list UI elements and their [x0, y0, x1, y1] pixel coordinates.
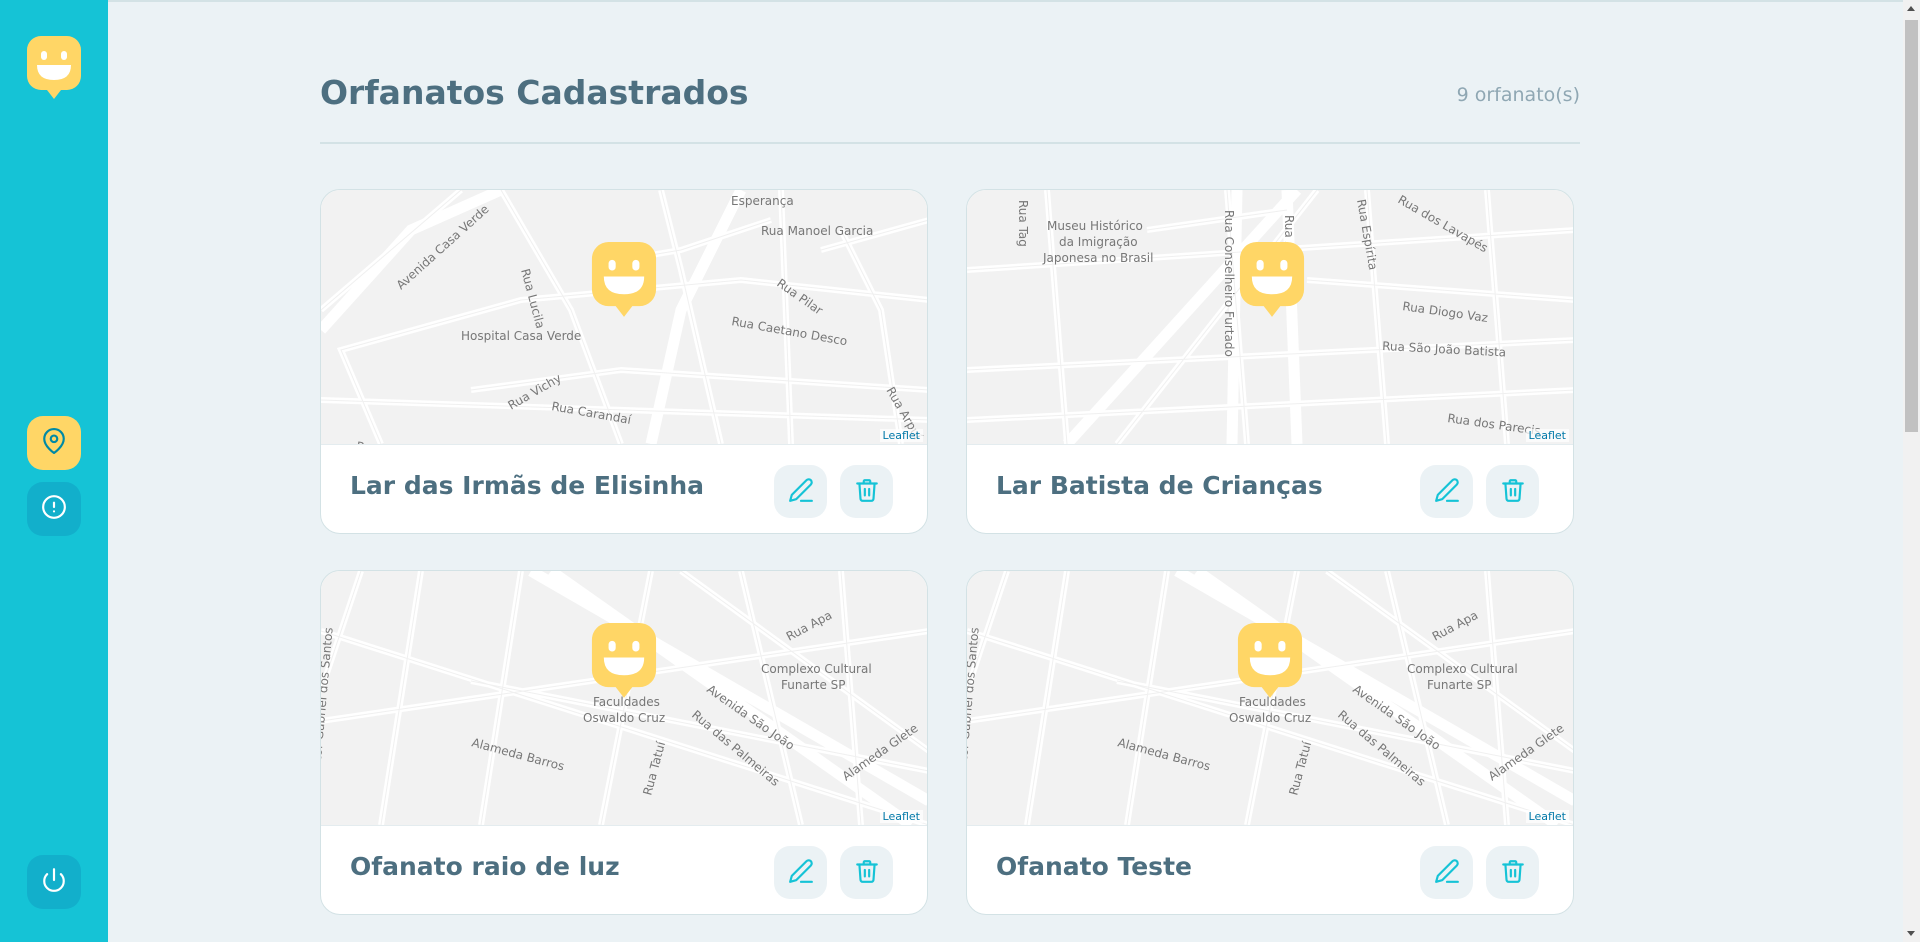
edit-icon [788, 477, 814, 507]
map-pin-icon [41, 428, 67, 458]
edit-button[interactable] [774, 465, 827, 518]
trash-icon [854, 858, 880, 888]
map-preview[interactable]: Museu Histórico da Imigração Japonesa no B… [967, 190, 1573, 444]
map-label: Rua Diogo Vaz [1402, 299, 1489, 325]
map-label: Esperança [731, 194, 794, 208]
map-preview[interactable]: Faculdades Oswaldo Cruz Complexo Cultural F… [321, 571, 927, 825]
map-label: Complexo Cultural [1407, 662, 1518, 676]
map-label: Oswaldo Cruz [1229, 711, 1311, 725]
scroll-down-arrow[interactable] [1907, 931, 1915, 936]
logout-button[interactable] [27, 855, 81, 909]
delete-button[interactable] [1486, 465, 1539, 518]
edit-icon [1434, 858, 1460, 888]
map-label: Oswaldo Cruz [583, 711, 665, 725]
map-preview[interactable]: Faculdades Oswaldo Cruz Complexo Cultural F… [967, 571, 1573, 825]
edit-button[interactable] [774, 846, 827, 899]
sidebar-item-map[interactable] [27, 416, 81, 470]
orphanage-name: Lar Batista de Crianças [996, 471, 1323, 500]
top-border [108, 0, 1920, 2]
orphanage-name: Lar das Irmãs de Elisinha [350, 471, 705, 500]
map-label: Alameda Barros [1116, 735, 1212, 773]
sidebar [0, 0, 108, 942]
edit-button[interactable] [1420, 465, 1473, 518]
map-label: Rua Tatuí [640, 739, 668, 796]
map-attribution-link[interactable]: Leaflet [1525, 429, 1569, 442]
map-label: Rua dos Lavapés [1396, 192, 1491, 255]
edit-icon [1434, 477, 1460, 507]
card-footer: Ofanato raio de luz [321, 825, 927, 914]
map-label: da Imigração [1059, 235, 1138, 249]
power-icon [41, 867, 67, 897]
map-label: Funarte SP [781, 678, 846, 692]
page-title: Orfanatos Cadastrados [320, 73, 749, 112]
map-label: Rua Tag [1016, 200, 1030, 247]
map-label: Rua Apa [784, 608, 835, 644]
map-label: tor Gabriel dos Santos [967, 627, 982, 761]
orphanage-card: Faculdades Oswaldo Cruz Complexo Cultural F… [320, 570, 928, 915]
orphanage-name: Ofanato Teste [996, 852, 1192, 881]
map-label: Rua Carandaí [550, 399, 632, 427]
card-footer: Lar Batista de Crianças [967, 444, 1573, 533]
map-label: Funarte SP [1427, 678, 1492, 692]
map-label: Rua Tatuí [1286, 739, 1314, 796]
trash-icon [854, 477, 880, 507]
card-footer: Ofanato Teste [967, 825, 1573, 914]
orphanage-card: Faculdades Oswaldo Cruz Complexo Cultural F… [966, 570, 1574, 915]
map-attribution-link[interactable]: Leaflet [879, 429, 923, 442]
orphanage-card: Esperança Rua Manoel Garcia Avenida Casa V… [320, 189, 928, 534]
alert-circle-icon [41, 494, 67, 524]
orphanage-name: Ofanato raio de luz [350, 852, 620, 881]
map-label: Alameda Barros [470, 735, 566, 773]
map-label: Rua Conselheiro Furtado [1222, 210, 1236, 357]
delete-button[interactable] [840, 846, 893, 899]
happy-logo-icon[interactable] [27, 36, 81, 104]
map-label: Complexo Cultural [761, 662, 872, 676]
scrollbar[interactable] [1903, 0, 1920, 942]
map-label: Rua Pilar [774, 276, 825, 318]
map-label: tor Gabriel dos Santos [321, 627, 336, 761]
sidebar-item-pending[interactable] [27, 482, 81, 536]
map-label: Rua Manoel Garcia [761, 224, 873, 238]
map-label: Rua Espírita [1354, 198, 1380, 271]
map-label: Rua Apa [1430, 608, 1481, 644]
map-label: Museu Histórico [1047, 219, 1143, 233]
trash-icon [1500, 477, 1526, 507]
scroll-up-arrow[interactable] [1907, 6, 1915, 11]
map-attribution-link[interactable]: Leaflet [879, 810, 923, 823]
map-attribution-link[interactable]: Leaflet [1525, 810, 1569, 823]
delete-button[interactable] [840, 465, 893, 518]
scrollbar-thumb[interactable] [1905, 20, 1918, 432]
page-header: Orfanatos Cadastrados 9 orfanato(s) [320, 68, 1580, 144]
orphanage-card: Museu Histórico da Imigração Japonesa no B… [966, 189, 1574, 534]
map-label: Japonesa no Brasil [1042, 251, 1153, 265]
map-preview[interactable]: Esperança Rua Manoel Garcia Avenida Casa V… [321, 190, 927, 444]
edit-icon [788, 858, 814, 888]
delete-button[interactable] [1486, 846, 1539, 899]
edit-button[interactable] [1420, 846, 1473, 899]
map-label: Hospital Casa Verde [461, 329, 581, 343]
orphanage-count: 9 orfanato(s) [1456, 84, 1580, 106]
trash-icon [1500, 858, 1526, 888]
card-footer: Lar das Irmãs de Elisinha [321, 444, 927, 533]
